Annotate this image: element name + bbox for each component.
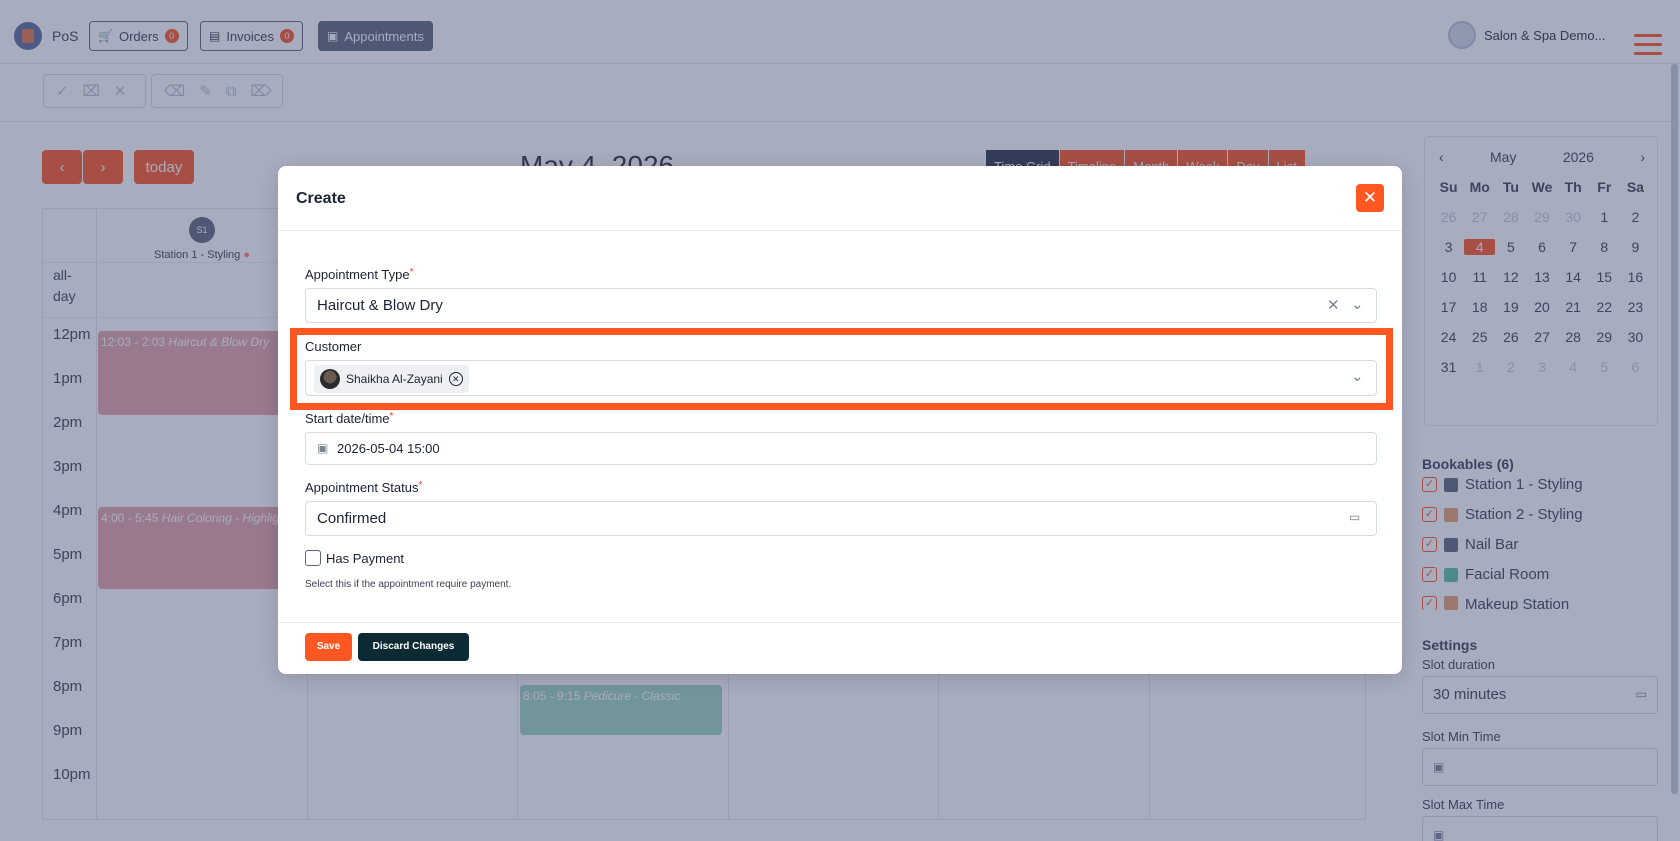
select-icon: ▭ [1349, 510, 1361, 524]
save-button[interactable]: Save [305, 633, 352, 661]
appointment-status-label: Appointment Status* [305, 480, 423, 495]
discard-changes-button[interactable]: Discard Changes [358, 633, 469, 661]
appointment-status-value: Confirmed [317, 510, 387, 527]
chevron-down-icon[interactable]: ⌄ [1351, 295, 1364, 313]
customer-field-highlight [290, 328, 1393, 410]
start-datetime-label: Start date/time* [305, 411, 394, 426]
appointment-status-select[interactable]: Confirmed ▭ [305, 501, 1377, 536]
create-appointment-modal: Create ✕ Appointment Type* Haircut & Blo… [278, 166, 1402, 674]
appointment-type-select[interactable]: Haircut & Blow Dry ✕ ⌄ [305, 288, 1377, 323]
calendar-icon: ▣ [317, 441, 329, 455]
start-datetime-value: 2026-05-04 15:00 [337, 441, 440, 456]
start-datetime-input[interactable]: ▣ 2026-05-04 15:00 [305, 432, 1377, 465]
has-payment-help: Select this if the appointment require p… [305, 579, 512, 590]
clear-icon[interactable]: ✕ [1327, 296, 1340, 314]
appointment-type-label: Appointment Type* [305, 267, 414, 282]
close-icon[interactable]: ✕ [1356, 184, 1384, 212]
appointment-type-value: Haircut & Blow Dry [317, 297, 443, 314]
has-payment-checkbox[interactable] [305, 550, 321, 566]
modal-title: Create [296, 190, 346, 207]
has-payment-label[interactable]: Has Payment [326, 551, 404, 566]
